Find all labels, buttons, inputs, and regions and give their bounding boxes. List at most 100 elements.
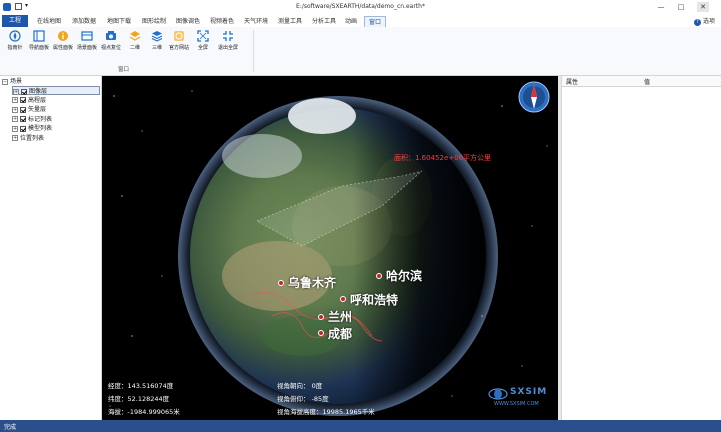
website-button[interactable]: 官方网站 [168, 30, 190, 51]
area-measure-label: 面积：1.60452e+06平方公里 [394, 154, 492, 162]
tree-item-vector-layer[interactable]: + 矢量层 [12, 105, 46, 114]
view-2d-label: 二维 [129, 45, 140, 51]
tree-root[interactable]: − 场景 [2, 77, 22, 86]
tree-item-label: 位置列表 [20, 134, 45, 142]
watermark-icon [488, 388, 508, 400]
expand-icon[interactable]: + [12, 106, 18, 113]
checkbox[interactable] [20, 106, 26, 113]
collapse-icon[interactable]: − [2, 78, 8, 85]
fullscreen-label: 全屏 [197, 45, 208, 51]
checkbox[interactable] [20, 116, 26, 122]
tab-video-color[interactable]: 视频着色 [206, 16, 238, 27]
globe-view[interactable]: 面积：1.60452e+06平方公里 乌鲁木齐 哈尔滨 呼和浩特 兰州 成都 经… [102, 76, 558, 420]
nav-panel-label: 导航面板 [28, 45, 49, 51]
tab-online-map[interactable]: 在线地图 [33, 16, 65, 27]
exit-fullscreen-button[interactable]: 退出全屏 [215, 30, 241, 51]
col-value[interactable]: 值 [644, 77, 650, 86]
help-menu[interactable]: ? 选项 [693, 16, 715, 26]
tree-item-label: 模型列表 [28, 125, 53, 132]
tree-item-location-list[interactable]: + 位置列表 [12, 134, 44, 143]
minimize-button[interactable]: — [655, 2, 667, 12]
expand-icon[interactable]: + [12, 125, 18, 132]
compass-button[interactable]: 指南针 [4, 30, 26, 51]
exit-fullscreen-label: 退出全屏 [217, 45, 238, 51]
city-marker-icon[interactable] [376, 273, 382, 279]
ribbon-toolbar: 指南针 导航面板 属性面板 场景面板 视点复位 二维 三维 官方网站 全屏 退出… [0, 27, 721, 76]
tree-item-label: 高程层 [28, 96, 47, 104]
hud-view-height: 视角海拔高度：19985.1965千米 [277, 408, 375, 416]
tree-item-image-layer[interactable]: + 图像层 [12, 86, 100, 95]
hud-altitude: 海拔：-1984.999065米 [108, 408, 180, 416]
nav-panel-button[interactable]: 导航面板 [28, 30, 50, 51]
city-label-chengdu: 成都 [328, 327, 353, 341]
ribbon-tabs: 工程 在线地图 添加数据 地图下载 图形绘制 图像调色 视频着色 天气环境 测量… [0, 14, 721, 28]
tree-item-elevation-layer[interactable]: + 高程层 [12, 96, 46, 105]
tab-graphic-draw[interactable]: 图形绘制 [138, 16, 170, 27]
tree-root-label: 场景 [10, 78, 23, 85]
watermark-brand: SXSIM [510, 387, 548, 397]
expand-icon[interactable]: + [12, 135, 18, 141]
close-button[interactable]: ✕ [697, 2, 709, 12]
view-3d-button[interactable]: 三维 [146, 30, 168, 51]
ribbon-group-separator [253, 30, 254, 72]
tab-animation[interactable]: 动画 [341, 16, 361, 27]
reset-view-label: 视点复位 [100, 45, 121, 51]
tree-item-marker-list[interactable]: + 标记列表 [12, 115, 52, 124]
city-label-urumqi: 乌鲁木齐 [288, 276, 337, 290]
city-label-harbin: 哈尔滨 [386, 269, 423, 283]
hud-view-heading: 视角朝向： 0度 [277, 382, 323, 390]
fullscreen-button[interactable]: 全屏 [192, 30, 214, 51]
status-bar: 完成 [0, 420, 721, 432]
col-attribute[interactable]: 属性 [566, 77, 578, 86]
hud-view-pitch: 视角俯仰： -85度 [277, 395, 329, 403]
maximize-button[interactable]: □ [675, 2, 687, 12]
checkbox[interactable] [20, 125, 26, 132]
ribbon-group-label: 窗口 [118, 67, 130, 73]
tab-weather[interactable]: 天气环境 [240, 16, 272, 27]
tab-map-download[interactable]: 地图下载 [103, 16, 135, 27]
info-icon [57, 30, 69, 42]
website-label: 官方网站 [168, 45, 189, 51]
tab-analysis[interactable]: 分析工具 [308, 16, 340, 27]
expand-icon[interactable]: + [13, 88, 19, 95]
tab-window[interactable]: 窗口 [364, 16, 386, 27]
website-icon [173, 30, 185, 42]
city-label-lanzhou: 兰州 [328, 310, 353, 324]
city-marker-icon[interactable] [278, 280, 284, 286]
watermark-url: WWW.SXSIM.COM [494, 401, 539, 407]
tab-measure[interactable]: 测量工具 [274, 16, 306, 27]
compass-widget[interactable] [518, 81, 550, 113]
reset-view-button[interactable]: 视点复位 [100, 30, 122, 51]
tab-add-data[interactable]: 添加数据 [68, 16, 100, 27]
city-marker-icon[interactable] [318, 314, 324, 320]
tab-project[interactable]: 工程 [2, 15, 28, 27]
help-label: 选项 [702, 18, 715, 25]
hud-longitude: 经度：143.516074度 [108, 382, 174, 390]
property-header: 属性 值 [562, 76, 721, 87]
exit-fullscreen-icon [222, 30, 234, 42]
city-label-hohhot: 呼和浩特 [350, 293, 399, 307]
view-2d-button[interactable]: 二维 [124, 30, 146, 51]
tab-image-color[interactable]: 图像调色 [172, 16, 204, 27]
window-title: E:/software/SXEARTH/data/demo_cn.earth* [296, 3, 425, 10]
checkbox[interactable] [20, 97, 26, 103]
panel-icon [33, 30, 45, 42]
tree-item-model-list[interactable]: + 模型列表 [12, 124, 52, 133]
expand-icon[interactable]: + [12, 116, 18, 122]
prop-panel-button[interactable]: 属性面板 [52, 30, 74, 51]
reset-view-icon [105, 30, 117, 42]
hud-latitude: 纬度：52.128244度 [108, 395, 170, 403]
title-bar: ▾ E:/software/SXEARTH/data/demo_cn.earth… [0, 0, 721, 15]
city-marker-icon[interactable] [318, 330, 324, 336]
city-marker-icon[interactable] [340, 296, 346, 302]
checkbox[interactable] [21, 88, 27, 95]
scene-panel-button[interactable]: 场景面板 [76, 30, 98, 51]
property-panel: 属性 值 [561, 76, 721, 420]
help-icon: ? [693, 19, 701, 26]
compass-icon [9, 30, 21, 42]
prop-panel-label: 属性面板 [52, 45, 73, 51]
tree-item-label: 图像层 [29, 88, 48, 95]
view-3d-label: 三维 [151, 45, 162, 51]
expand-icon[interactable]: + [12, 97, 18, 103]
layers-2d-icon [129, 30, 141, 42]
